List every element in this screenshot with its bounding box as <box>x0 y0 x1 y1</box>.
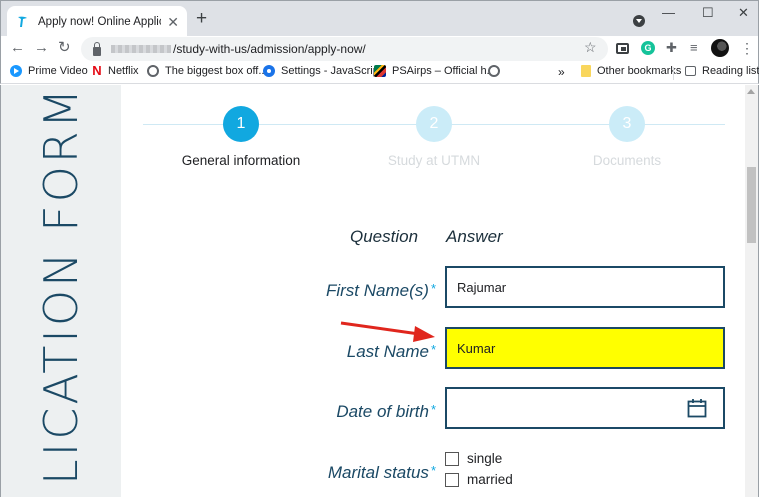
married-checkbox[interactable] <box>445 472 459 487</box>
extensions-icon[interactable]: ✚ <box>666 41 680 55</box>
site-favicon-icon <box>18 16 27 27</box>
overflow-chevron-icon: » <box>558 65 565 79</box>
bookmark-netflix[interactable]: N Netflix <box>92 63 139 78</box>
flag-icon <box>374 65 386 77</box>
lock-icon <box>93 41 101 56</box>
marital-option-married[interactable]: married <box>445 472 513 487</box>
tab-strip: Apply now! Online Application Fo ✕ + — ☐… <box>0 0 759 37</box>
question-column-header: Question <box>350 227 419 246</box>
step-1-label: General information <box>181 153 301 168</box>
date-of-birth-label-text: Date of birth <box>336 402 429 421</box>
tab-title: Apply now! Online Application Fo <box>38 15 161 28</box>
bookmark-globe[interactable] <box>488 65 506 77</box>
marital-status-label-text: Marital status <box>327 463 429 482</box>
marital-option-single[interactable]: single <box>445 451 502 466</box>
bookmark-label: Prime Video <box>28 65 88 77</box>
page-scrollbar[interactable] <box>745 85 758 497</box>
answer-column-header: Answer <box>446 227 503 246</box>
url-path: /study-with-us/admission/apply-now/ <box>173 42 366 56</box>
new-tab-button[interactable]: + <box>196 9 207 28</box>
single-checkbox[interactable] <box>445 451 459 466</box>
scroll-up-icon[interactable] <box>747 89 755 94</box>
bookmark-label: PSAirps – Official h... <box>392 65 496 77</box>
bookmark-star-icon[interactable]: ☆ <box>584 39 597 56</box>
tab-close-icon[interactable]: ✕ <box>167 15 179 29</box>
gear-icon <box>263 65 275 77</box>
step-2-circle[interactable]: 2 <box>416 106 452 142</box>
forward-icon[interactable]: → <box>34 38 49 58</box>
bookmarks-overflow-button[interactable]: » <box>558 65 565 79</box>
first-name-label-text: First Name(s) <box>325 281 429 300</box>
bookmark-label: Netflix <box>108 65 139 77</box>
back-icon[interactable]: ← <box>10 38 25 58</box>
divider <box>673 67 674 80</box>
globe-icon <box>147 65 159 77</box>
married-option-label: married <box>467 472 513 487</box>
minimize-icon[interactable]: — <box>662 5 675 20</box>
scrollbar-thumb[interactable] <box>747 167 756 243</box>
profile-avatar[interactable] <box>711 39 729 57</box>
window-close-icon[interactable]: ✕ <box>738 5 749 21</box>
reload-icon[interactable]: ↻ <box>58 38 71 58</box>
bookmark-label: Other bookmarks <box>597 65 682 77</box>
redacted-host <box>111 45 171 53</box>
netflix-icon: N <box>92 63 102 78</box>
bookmark-label: The biggest box off... <box>165 65 268 77</box>
first-name-label: First Name(s) * <box>326 281 436 301</box>
date-of-birth-label: Date of birth * <box>336 402 436 422</box>
calendar-icon[interactable] <box>687 398 707 418</box>
menu-icon[interactable]: ⋮ <box>740 39 754 57</box>
bookmark-psairps[interactable]: PSAirps – Official h... <box>374 65 496 77</box>
step-1-circle[interactable]: 1 <box>223 106 259 142</box>
media-control-icon[interactable]: ≡ <box>690 41 704 55</box>
picture-in-picture-icon[interactable] <box>616 43 629 54</box>
other-bookmarks[interactable]: Other bookmarks <box>581 65 681 77</box>
reading-list[interactable]: Reading list <box>685 65 759 77</box>
reading-list-icon <box>685 66 696 76</box>
browser-toolbar: ← → ↻ /study-with-us/admission/apply-now… <box>0 36 759 62</box>
required-marker: * <box>430 402 436 417</box>
bookmark-label: Reading list <box>702 65 759 77</box>
bookmark-box-office[interactable]: The biggest box off... <box>147 65 268 77</box>
bookmark-label: Settings - JavaScript <box>281 65 382 77</box>
marital-status-label: Marital status * <box>328 463 436 483</box>
step-3-circle[interactable]: 3 <box>609 106 645 142</box>
tab-search-icon[interactable] <box>633 15 645 27</box>
annotation-arrow-icon <box>340 321 435 342</box>
address-bar[interactable]: /study-with-us/admission/apply-now/ <box>81 37 608 61</box>
prime-video-icon <box>10 65 22 77</box>
browser-tab[interactable]: Apply now! Online Application Fo ✕ <box>7 6 187 37</box>
last-name-label: Last Name * <box>347 342 436 362</box>
grammarly-icon[interactable]: G <box>641 41 655 55</box>
required-marker: * <box>430 463 436 478</box>
last-name-field[interactable] <box>445 327 725 369</box>
required-marker: * <box>430 281 436 296</box>
page-content: LICATION FORM 1 2 3 General information … <box>0 85 759 497</box>
step-3-label: Documents <box>592 153 662 168</box>
globe-icon <box>488 65 500 77</box>
maximize-icon[interactable]: ☐ <box>702 5 714 21</box>
folder-icon <box>581 65 591 77</box>
first-name-field[interactable] <box>445 266 725 308</box>
single-option-label: single <box>467 451 503 466</box>
vertical-form-title: LICATION FORM <box>34 85 88 485</box>
date-of-birth-field[interactable] <box>445 387 725 429</box>
bookmark-prime-video[interactable]: Prime Video <box>10 65 88 77</box>
bookmarks-bar: Prime Video N Netflix The biggest box of… <box>0 62 759 84</box>
bookmark-settings-javascript[interactable]: Settings - JavaScript <box>263 65 382 77</box>
form-title-strip: LICATION FORM <box>1 85 121 497</box>
step-2-label: Study at UTMN <box>387 153 481 168</box>
